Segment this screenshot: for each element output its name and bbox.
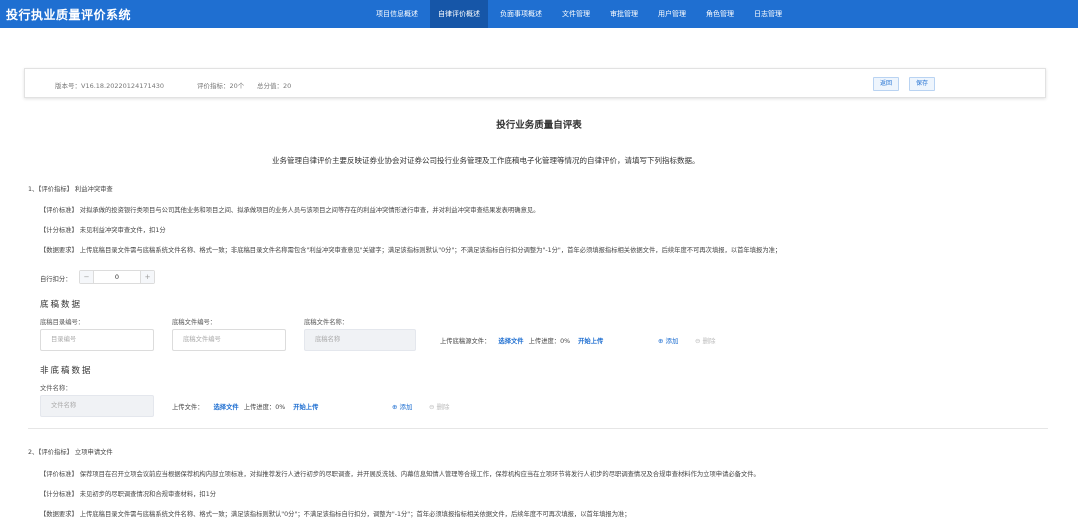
item1-scoring: 【计分标准】 未见利益冲突审查文件，扣1分	[40, 227, 166, 234]
catalog-number-label: 底稿目录编号：	[40, 319, 85, 326]
draft-start-upload-link[interactable]: 开始上传	[578, 338, 603, 345]
item2-criteria: 【评价标准】 保荐项目在召开立项会议前应当根据保荐机构内部立项标准，对拟推荐发行…	[40, 471, 760, 478]
draft-choose-file-link[interactable]: 选择文件	[498, 338, 523, 345]
nav-item-approval-management[interactable]: 审批管理	[602, 0, 646, 28]
save-button[interactable]: 保存	[909, 77, 936, 91]
non-draft-upload-row: 上传文件： 选择文件 上传进度：0% 开始上传	[172, 402, 318, 411]
item1-data-requirement: 【数据要求】 上传底稿目录文件需与底稿系统文件名称、格式一致；非底稿目录文件名称…	[40, 247, 782, 254]
version-bar: 版本号：V16.18.20220124171430 评价指标：20个 总分值：2…	[24, 68, 1046, 98]
item1-criteria: 【评价标准】 对拟承做的投资银行类项目与公司其他业务和项目之间、拟承做项目的业务…	[40, 207, 540, 214]
draft-file-number-label: 底稿文件编号：	[172, 319, 217, 326]
draft-upload-progress: 上传进度：0%	[528, 338, 571, 345]
choose-file-link[interactable]: 选择文件	[214, 404, 239, 411]
app-header: 投行执业质量评价系统 项目信息概述 自律评价概述 负面事项概述 文件管理 审批管…	[0, 0, 1078, 28]
top-nav: 项目信息概述 自律评价概述 负面事项概述 文件管理 审批管理 用户管理 角色管理…	[368, 0, 794, 28]
draft-delete-button[interactable]: ⊖ 删除	[695, 335, 716, 345]
stepper-plus-button[interactable]: +	[140, 271, 154, 283]
back-button[interactable]: 返回	[873, 77, 900, 91]
item2-heading: 2、【评价指标】 立项申请文件	[28, 449, 113, 456]
app-title: 投行执业质量评价系统	[6, 8, 132, 22]
non-draft-delete-button[interactable]: ⊖ 删除	[429, 401, 450, 411]
start-upload-link[interactable]: 开始上传	[293, 404, 318, 411]
item2-scoring: 【计分标准】 未见初步的尽职调查情况和合规审查材料，扣1分	[40, 491, 217, 498]
upload-file-label: 上传文件：	[172, 404, 204, 411]
draft-add-button[interactable]: ⊕ 添加	[658, 335, 679, 345]
draft-upload-label: 上传底稿源文件：	[440, 338, 491, 345]
item2-data-requirement: 【数据要求】 上传底稿目录文件需与底稿系统文件名称、格式一致；满足该指标则默认"…	[40, 511, 631, 518]
nav-item-role-management[interactable]: 角色管理	[698, 0, 742, 28]
non-draft-data-heading: 非底稿数据	[40, 366, 93, 376]
version-number: 版本号：V16.18.20220124171430	[55, 82, 165, 90]
item1-heading: 1、【评价指标】 利益冲突审查	[28, 186, 113, 193]
file-name-label: 文件名称：	[40, 385, 72, 392]
draft-file-name-input[interactable]: 底稿名称	[304, 329, 416, 351]
catalog-number-input[interactable]: 目录编号	[40, 329, 154, 351]
nav-item-self-evaluation[interactable]: 自律评价概述	[430, 0, 488, 28]
nav-item-log-management[interactable]: 日志管理	[746, 0, 790, 28]
self-score-label: 自行扣分：	[40, 276, 72, 283]
draft-upload-row: 上传底稿源文件： 选择文件 上传进度：0% 开始上传	[440, 336, 603, 345]
upload-progress: 上传进度：0%	[243, 404, 286, 411]
nav-item-user-management[interactable]: 用户管理	[650, 0, 694, 28]
non-draft-add-button[interactable]: ⊕ 添加	[392, 401, 413, 411]
self-score-value[interactable]: 0	[94, 271, 140, 283]
page-title: 投行业务质量自评表	[496, 120, 582, 131]
nav-item-negative-items[interactable]: 负面事项概述	[492, 0, 550, 28]
draft-file-number-input[interactable]: 底稿文件编号	[172, 329, 286, 351]
indicator-count: 评价指标：20个	[197, 82, 245, 90]
self-score-stepper[interactable]: − 0 +	[79, 270, 155, 284]
stepper-minus-button[interactable]: −	[80, 271, 94, 283]
nav-item-project-info[interactable]: 项目信息概述	[368, 0, 426, 28]
nav-item-file-management[interactable]: 文件管理	[554, 0, 598, 28]
page-description: 业务管理自律评价主要反映证券业协会对证券公司投行业务管理及工作底稿电子化管理等情…	[272, 156, 700, 165]
draft-file-name-label: 底稿文件名称：	[304, 319, 349, 326]
file-name-input[interactable]: 文件名称	[40, 395, 154, 417]
draft-data-heading: 底稿数据	[40, 300, 83, 310]
section-divider	[28, 428, 1048, 429]
total-score: 总分值：20	[257, 82, 292, 90]
